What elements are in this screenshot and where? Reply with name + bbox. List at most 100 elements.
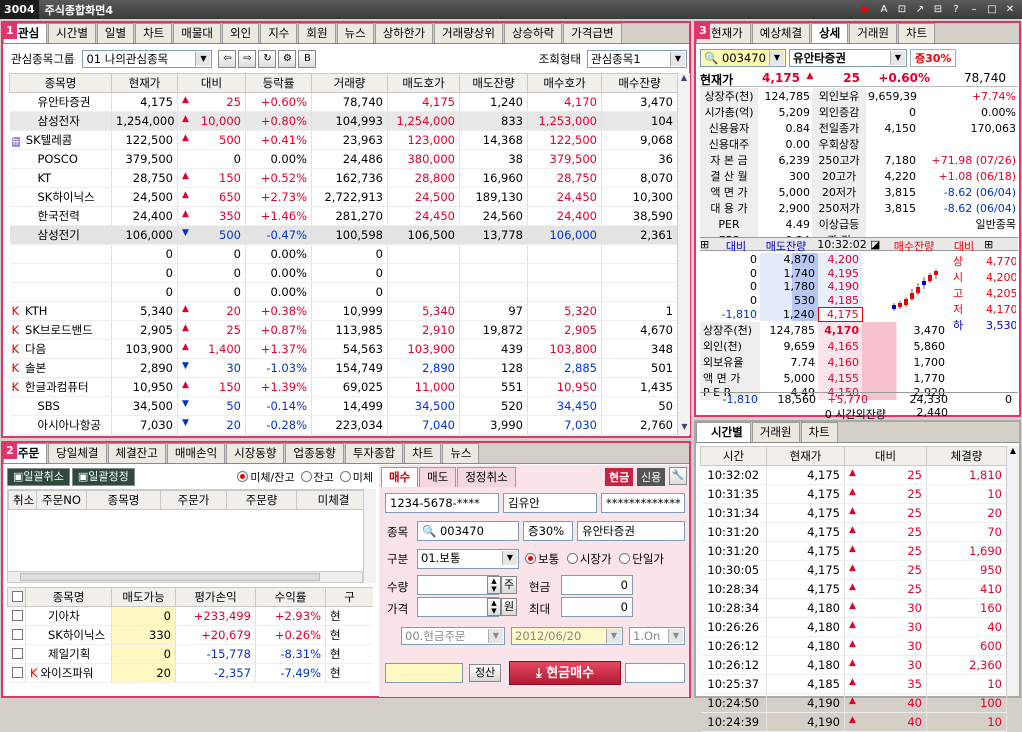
row-checkbox[interactable] bbox=[11, 629, 23, 640]
watch-row[interactable]: 0 0 0.00% 0 bbox=[9, 282, 677, 302]
close-icon[interactable]: ✕ bbox=[1002, 2, 1018, 17]
minimize-icon[interactable]: – bbox=[966, 2, 982, 17]
pending-col-3[interactable]: 주문가 bbox=[160, 490, 227, 510]
filter-pending[interactable]: 미체 bbox=[339, 469, 373, 485]
search-icon[interactable]: 🔍 bbox=[422, 524, 436, 538]
tab-order-6[interactable]: 투자종합 bbox=[344, 443, 404, 463]
tab-watch-11[interactable]: 상승하락 bbox=[503, 23, 563, 43]
watch-col-3[interactable]: 등락률 bbox=[245, 73, 312, 93]
pending-col-2[interactable]: 종목명 bbox=[86, 490, 161, 510]
tab-order-2[interactable]: 체결잔고 bbox=[107, 443, 166, 463]
date-select[interactable]: 2012/06/20 bbox=[511, 627, 623, 645]
tab-order-3[interactable]: 매매손익 bbox=[166, 443, 226, 463]
quote-search-icon[interactable]: 🔍 bbox=[704, 51, 718, 65]
watch-row[interactable]: 삼성전기 106,000 ▼ 500 -0.47% 100,598 106,500 13,77… bbox=[9, 225, 677, 245]
balance-col-0[interactable] bbox=[7, 587, 26, 607]
balance-row[interactable]: SK하이닉스 330 +20,679 +0.26% 현 bbox=[7, 625, 373, 645]
cash-toggle[interactable]: 현금 bbox=[605, 468, 634, 486]
pending-col-4[interactable]: 주문량 bbox=[226, 490, 297, 510]
watch-row[interactable]: KT 28,750 ▲ 150 +0.52% 162,736 28,800 16,960 28,… bbox=[9, 168, 677, 188]
play-icon[interactable]: ▶ bbox=[858, 2, 874, 17]
watch-row[interactable]: K 솔본 2,890 ▼ 30 -1.03% 154,749 2,890 128 2,885 501 bbox=[9, 358, 677, 378]
pending-col-0[interactable]: 취소 bbox=[8, 490, 37, 510]
ticks-col-0[interactable]: 시간 bbox=[700, 446, 767, 466]
link-icon[interactable]: ↗ bbox=[912, 2, 928, 17]
watch-row[interactable]: K KTH 5,340 ▲ 20 +0.38% 10,999 5,340 97 5,320 1 bbox=[9, 301, 677, 321]
ticks-col-3[interactable]: 체결량 bbox=[926, 446, 1007, 466]
pending-col-1[interactable]: 주문NO bbox=[36, 490, 87, 510]
watch-row[interactable]: SK하이닉스 24,500 ▲ 650 +2.73% 2,722,913 24,500 189… bbox=[9, 187, 677, 207]
bid-row[interactable]: 상장주(천) 124,785 4,170 3,470 bbox=[700, 322, 1018, 338]
row-checkbox-cell[interactable] bbox=[7, 644, 26, 664]
qty-unit[interactable]: 주 bbox=[501, 576, 518, 594]
settings-icon[interactable]: ⚙ bbox=[278, 50, 297, 68]
balance-col-5[interactable]: 구 bbox=[325, 587, 373, 607]
tab-watch-2[interactable]: 일별 bbox=[96, 23, 135, 43]
watch-row[interactable]: SBS 34,500 ▼ 50 -0.14% 14,499 34,500 520 34,450 5… bbox=[9, 396, 677, 416]
tab-watch-5[interactable]: 외인 bbox=[222, 23, 260, 43]
bid-row[interactable]: 액 면 가 5,000 4,155 1,770 bbox=[700, 370, 1018, 386]
buy-button[interactable]: ⤓ 현금매수 bbox=[509, 661, 621, 685]
tab-order-1[interactable]: 당일체결 bbox=[48, 443, 107, 463]
ob-expand2-icon[interactable]: ⊞ bbox=[984, 238, 998, 251]
order-kind-select[interactable]: 00.현금주문 bbox=[401, 627, 505, 645]
qty-stepper[interactable]: ▲ ▼ bbox=[487, 576, 501, 594]
help-icon[interactable]: ? bbox=[948, 2, 964, 17]
balance-row[interactable]: K 와이즈파워 20 -2,357 -7.49% 현 bbox=[7, 663, 373, 683]
row-checkbox[interactable] bbox=[11, 610, 23, 621]
ticks-col-1[interactable]: 현재가 bbox=[766, 446, 845, 466]
bid-row[interactable]: 외보유율 7.74 4,160 1,700 bbox=[700, 354, 1018, 370]
filter-pending-balance[interactable]: 미체/잔고 bbox=[237, 469, 295, 485]
refresh-icon[interactable]: ↻ bbox=[258, 50, 277, 68]
watch-col-8[interactable]: 매수잔량 bbox=[601, 73, 677, 93]
watch-col-2[interactable]: 대비 bbox=[177, 73, 246, 93]
filter-balance[interactable]: 잔고 bbox=[300, 469, 334, 485]
tab-order-7[interactable]: 차트 bbox=[404, 443, 442, 463]
credit-toggle[interactable]: 신용 bbox=[637, 468, 666, 486]
stock-code-input[interactable]: 🔍 003470 bbox=[417, 521, 519, 541]
ask-row[interactable]: 0 1,740 4,195 bbox=[700, 266, 862, 280]
watch-row[interactable]: 유안타증권 4,175 ▲ 25 +0.60% 78,740 4,175 1,240 4,170… bbox=[9, 92, 677, 112]
price-type-single[interactable]: 단일가 bbox=[619, 552, 664, 566]
form-tab-0[interactable]: 매수 bbox=[381, 467, 419, 487]
ask-row[interactable]: 0 1,780 4,190 bbox=[700, 280, 862, 294]
price-stepper[interactable]: ▲ ▼ bbox=[487, 598, 501, 616]
watch-col-0[interactable]: 종목명 bbox=[9, 73, 112, 93]
watch-row[interactable]: K 다음 103,900 ▲ 1,400 +1.37% 54,563 103,900 439 10… bbox=[9, 339, 677, 359]
watch-col-4[interactable]: 거래량 bbox=[311, 73, 388, 93]
correct-all-button[interactable]: ▣일괄정정 bbox=[71, 468, 135, 486]
watch-col-6[interactable]: 매도잔량 bbox=[459, 73, 528, 93]
ob-expand-icon[interactable]: ⊞ bbox=[700, 238, 714, 251]
pending-scrollbar[interactable] bbox=[363, 489, 376, 583]
balance-col-1[interactable]: 종목명 bbox=[25, 587, 112, 607]
next-icon[interactable]: ⇨ bbox=[238, 50, 257, 68]
font-icon[interactable]: A bbox=[876, 2, 892, 17]
tab-ticks-0[interactable]: 시간별 bbox=[696, 422, 751, 442]
quote-code-select[interactable]: 🔍 003470 bbox=[700, 49, 786, 67]
watch-row[interactable]: K 한글과컴퓨터 10,950 ▲ 150 +1.39% 69,025 11,000 551 10… bbox=[9, 377, 677, 397]
ask-row[interactable]: 0 4,870 4,200 bbox=[700, 253, 862, 267]
balance-col-3[interactable]: 평가손익 bbox=[175, 587, 256, 607]
tab-watch-8[interactable]: 뉴스 bbox=[336, 23, 374, 43]
ob-chart-icon[interactable]: ◪ bbox=[870, 238, 884, 251]
balance-col-4[interactable]: 수익률 bbox=[255, 587, 326, 607]
watch-row[interactable]: 삼성전자 1,254,000 ▲ 10,000 +0.80% 104,993 1,254,0… bbox=[9, 111, 677, 131]
tab-ticks-1[interactable]: 거래원 bbox=[751, 422, 800, 442]
balance-row[interactable]: 제일기획 0 -15,778 -8.31% 현 bbox=[7, 644, 373, 664]
account-select[interactable]: 1234-5678-**** bbox=[385, 493, 499, 513]
extra-input[interactable] bbox=[625, 663, 685, 683]
type-select[interactable]: 01.보통 bbox=[417, 549, 519, 569]
watch-col-1[interactable]: 현재가 bbox=[111, 73, 178, 93]
memo-input[interactable] bbox=[385, 663, 463, 683]
ask-row[interactable]: 0 530 4,185 bbox=[700, 293, 862, 307]
watch-row[interactable]: POSCO 379,500 0 0.00% 24,486 380,000 38 379,500… bbox=[9, 149, 677, 169]
price-type-normal[interactable]: 보통 bbox=[525, 552, 559, 566]
watch-row[interactable]: 뉴 SK텔레콤 122,500 ▲ 500 +0.41% 23,963 123,000 14,3… bbox=[9, 130, 677, 150]
watch-row[interactable]: K SK브로드밴드 2,905 ▲ 25 +0.87% 113,985 2,910 19,872… bbox=[9, 320, 677, 340]
form-tab-2[interactable]: 정정취소 bbox=[457, 467, 516, 487]
watch-row[interactable]: 0 0 0.00% 0 bbox=[9, 263, 677, 283]
group-select[interactable]: 01 나의관심종목 bbox=[82, 50, 213, 68]
pending-hscroll[interactable] bbox=[7, 571, 363, 583]
row-checkbox[interactable] bbox=[11, 648, 23, 659]
tab-watch-10[interactable]: 거래량상위 bbox=[434, 23, 503, 43]
